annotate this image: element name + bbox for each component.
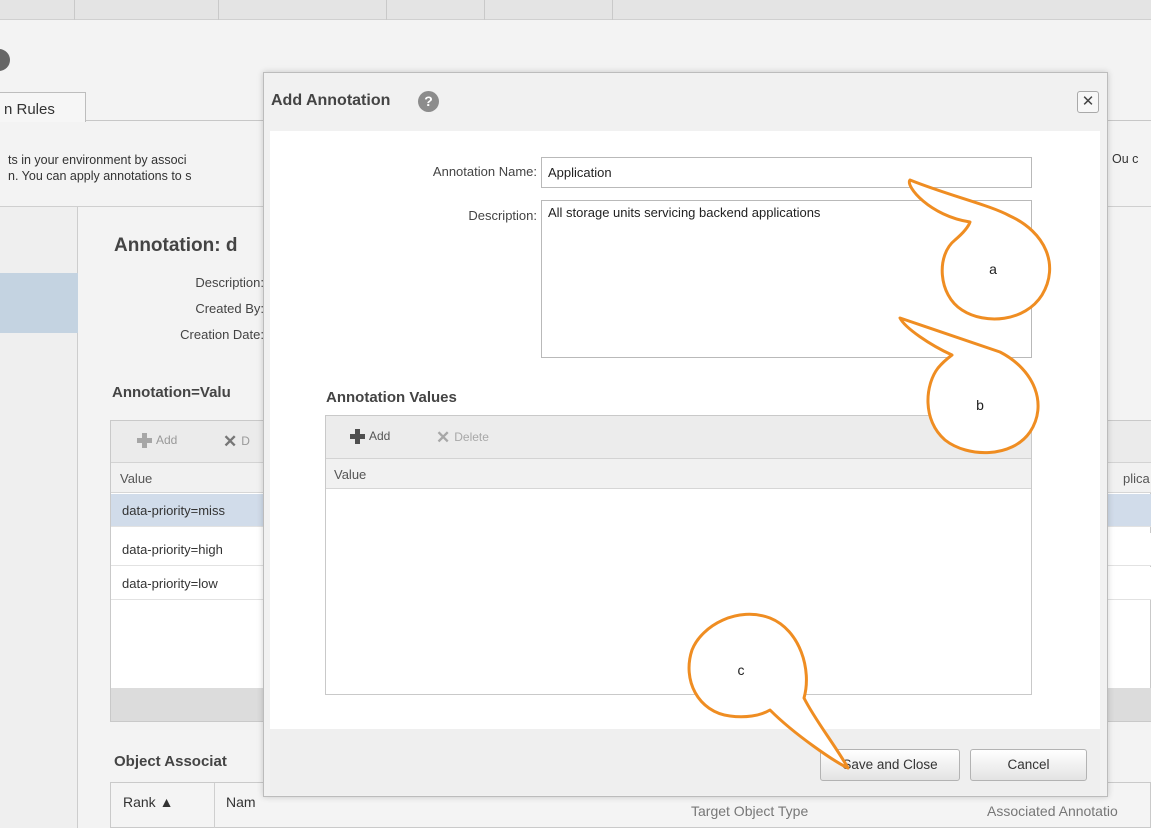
value-column-header[interactable]: Value [334, 467, 366, 482]
sidebar-selected-item[interactable] [0, 273, 78, 333]
applications-column-header[interactable]: plica [1123, 471, 1150, 486]
annotation-values-toolbar: Add ✕ Delete [326, 416, 1031, 459]
delete-label: Delete [454, 430, 489, 445]
close-icon: ✕ [1081, 93, 1095, 110]
intro-line-2: n. You can apply annotations to s [8, 169, 192, 183]
plus-icon [137, 433, 152, 449]
add-value-button[interactable]: Add [350, 429, 391, 445]
row-value: data-priority=miss [122, 503, 225, 518]
toolbar-separator [218, 0, 219, 20]
delete-icon: ✕ [223, 432, 238, 451]
target-object-type-column-header[interactable]: Target Object Type [691, 803, 808, 819]
toolbar-separator [74, 0, 75, 20]
created-by-label: Created By: [195, 301, 264, 316]
intro-text-right: Ou c [1112, 152, 1139, 166]
annotation-values-section-title: Annotation=Valu [112, 384, 231, 401]
object-associations-title: Object Associat [114, 753, 227, 770]
associated-annotation-column-header[interactable]: Associated Annotatio [987, 803, 1118, 819]
dialog-title: Add Annotation [271, 92, 391, 109]
save-and-close-button[interactable]: Save and Close [820, 749, 960, 781]
top-toolbar-strip [0, 0, 1151, 20]
add-label: Add [156, 433, 178, 447]
intro-line-1: ts in your environment by associ [8, 153, 187, 167]
annotation-title: Annotation: d [114, 235, 238, 256]
tab-rules[interactable]: n Rules [0, 92, 86, 122]
rank-column-header[interactable]: Rank ▲ [123, 794, 173, 810]
close-button[interactable]: ✕ [1077, 91, 1099, 113]
creation-date-label: Creation Date: [180, 327, 264, 342]
add-value-button[interactable]: Add [137, 433, 178, 449]
delete-label: D [241, 434, 250, 449]
tab-rules-label: n Rules [4, 101, 55, 118]
name-column-header[interactable]: Nam [226, 794, 256, 810]
column-divider [214, 783, 215, 828]
toolbar-separator [612, 0, 613, 20]
intro-text: ts in your environment by associ n. You … [8, 152, 191, 184]
annotation-name-label: Annotation Name: [432, 164, 537, 179]
help-icon[interactable]: ? [418, 91, 439, 112]
toolbar-separator [484, 0, 485, 20]
annotation-values-header: Value [326, 459, 1031, 489]
add-label: Add [369, 429, 391, 443]
toolbar-separator [386, 0, 387, 20]
delete-value-button[interactable]: ✕ Delete [436, 428, 489, 448]
description-label: Description: [195, 275, 264, 290]
annotation-values-title: Annotation Values [326, 389, 457, 406]
delete-value-button[interactable]: ✕ D [223, 432, 250, 452]
annotation-name-input[interactable] [541, 157, 1032, 188]
row-value: data-priority=high [122, 542, 223, 557]
cancel-button[interactable]: Cancel [970, 749, 1087, 781]
delete-icon: ✕ [436, 428, 451, 447]
value-column-header[interactable]: Value [120, 471, 152, 486]
plus-icon [350, 429, 365, 445]
row-value: data-priority=low [122, 576, 218, 591]
description-textarea[interactable]: All storage units servicing backend appl… [541, 200, 1032, 358]
description-label: Description: [468, 208, 537, 223]
